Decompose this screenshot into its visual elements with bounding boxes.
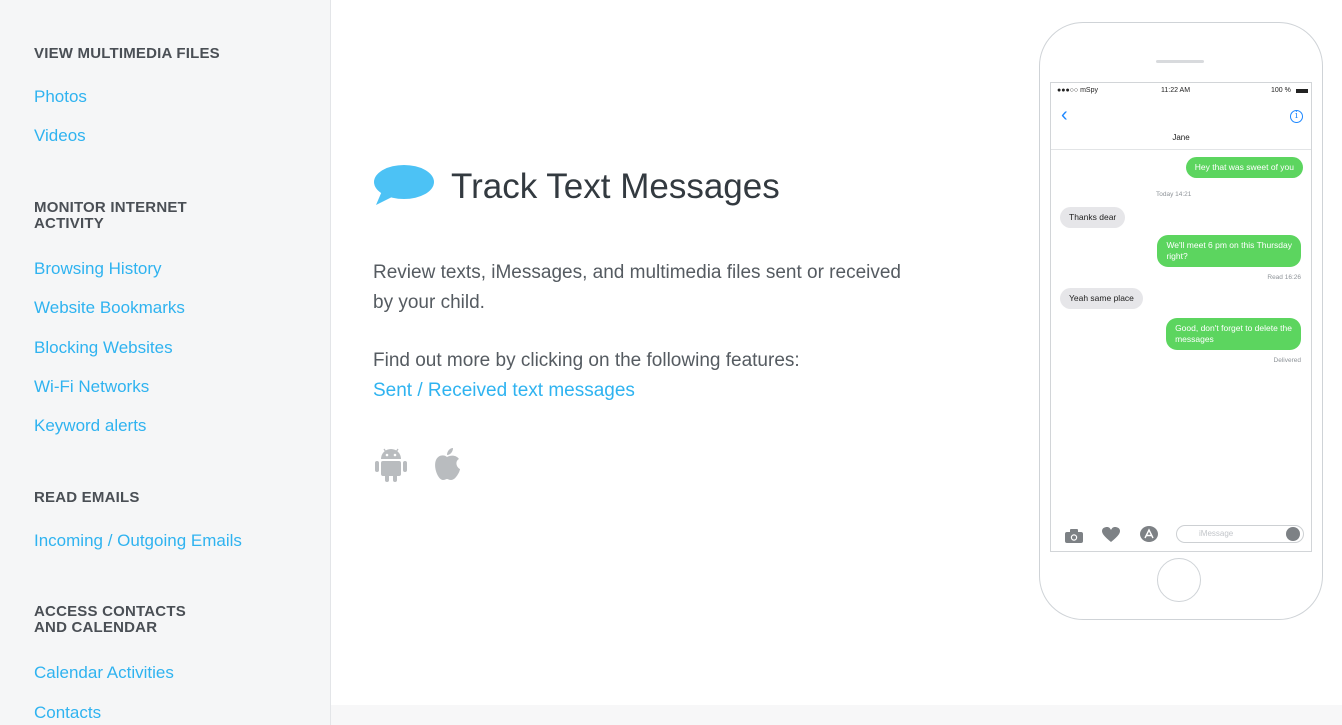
- section-title-multimedia: VIEW MULTIMEDIA FILES: [34, 45, 220, 62]
- page-title: Track Text Messages: [451, 167, 780, 206]
- battery-icon: [1296, 89, 1308, 93]
- sent-received-link[interactable]: Sent / Received text messages: [373, 376, 635, 406]
- sidebar-link-wifi-networks[interactable]: Wi-Fi Networks: [34, 377, 149, 397]
- message-read-receipt: Read 16:26: [1267, 274, 1301, 281]
- status-time: 11:22 AM: [1161, 87, 1191, 94]
- section-title-contacts-calendar: ACCESS CONTACTS AND CALENDAR: [34, 603, 186, 636]
- section-title-internet: MONITOR INTERNET ACTIVITY: [34, 199, 187, 232]
- sidebar-link-browsing-history[interactable]: Browsing History: [34, 259, 162, 279]
- app-store-icon[interactable]: [1140, 526, 1158, 542]
- sidebar: VIEW MULTIMEDIA FILES Photos Videos MONI…: [0, 0, 331, 725]
- status-carrier: ●●●○○ mSpy: [1057, 87, 1098, 94]
- phone-screen: ●●●○○ mSpy 11:22 AM 100 % ‹ i Jane Hey t…: [1050, 82, 1312, 552]
- speech-bubble-icon: [374, 165, 434, 205]
- header-divider: [1051, 149, 1311, 150]
- message-delivered-status: Delivered: [1273, 357, 1301, 364]
- heart-touch-icon[interactable]: [1102, 527, 1120, 543]
- phone-home-button: [1157, 558, 1201, 602]
- sidebar-link-blocking-websites[interactable]: Blocking Websites: [34, 338, 173, 358]
- info-icon[interactable]: i: [1290, 110, 1303, 123]
- imessage-input[interactable]: iMessage: [1176, 525, 1304, 543]
- sidebar-link-emails[interactable]: Incoming / Outgoing Emails: [34, 531, 242, 551]
- sidebar-link-keyword-alerts[interactable]: Keyword alerts: [34, 416, 146, 436]
- message-bubble-outgoing: We'll meet 6 pm on this Thursday right?: [1157, 235, 1301, 267]
- footer-strip: [331, 705, 1342, 725]
- contact-name: Jane: [1172, 133, 1190, 142]
- message-bubble-outgoing: Good, don't forget to delete the message…: [1166, 318, 1301, 350]
- message-timestamp: Today 14:21: [1156, 191, 1192, 198]
- message-bubble-incoming: Yeah same place: [1060, 288, 1143, 309]
- microphone-icon[interactable]: [1286, 527, 1300, 541]
- more-info-text: Find out more by clicking on the followi…: [373, 350, 800, 371]
- android-icon[interactable]: [375, 446, 407, 482]
- status-battery: 100 %: [1271, 87, 1291, 94]
- sidebar-link-contacts[interactable]: Contacts: [34, 703, 101, 723]
- sidebar-link-photos[interactable]: Photos: [34, 87, 87, 107]
- message-bubble-incoming: Thanks dear: [1060, 207, 1126, 228]
- sidebar-link-website-bookmarks[interactable]: Website Bookmarks: [34, 298, 185, 318]
- message-bubble-outgoing: Hey that was sweet of you: [1185, 157, 1303, 178]
- camera-icon[interactable]: [1065, 529, 1083, 543]
- sidebar-link-calendar-activities[interactable]: Calendar Activities: [34, 663, 174, 683]
- phone-speaker: [1156, 60, 1204, 63]
- feature-description: Review texts, iMessages, and multimedia …: [373, 262, 902, 313]
- sidebar-link-videos[interactable]: Videos: [34, 126, 86, 146]
- apple-icon[interactable]: [431, 446, 463, 482]
- back-chevron-icon[interactable]: ‹: [1061, 105, 1068, 125]
- section-title-emails: READ EMAILS: [34, 489, 140, 506]
